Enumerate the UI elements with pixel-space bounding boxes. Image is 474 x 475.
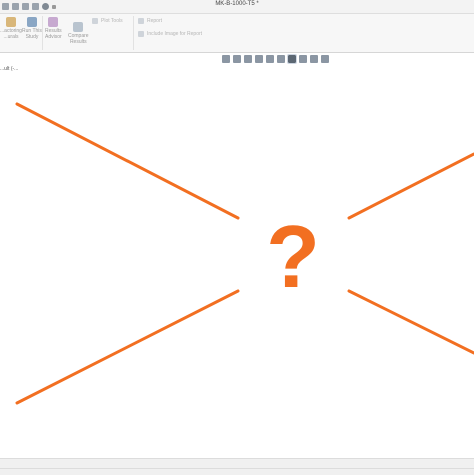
camera-icon <box>138 31 144 37</box>
results-advisor-icon <box>48 17 59 27</box>
compare-results-icon <box>73 22 84 32</box>
section-view-icon[interactable] <box>255 55 263 63</box>
report-label: Report <box>147 18 163 24</box>
include-image-button[interactable]: Include Image for Report <box>138 31 202 37</box>
results-advisor-button[interactable]: Results Advisor <box>45 17 62 40</box>
ribbon-separator <box>42 16 43 50</box>
ribbon-button-actoring[interactable]: ...actoring ...urals <box>0 17 22 40</box>
report-button[interactable]: Report <box>138 18 162 24</box>
plot-tools-icon <box>92 18 98 24</box>
status-divider <box>0 468 474 469</box>
window-title: MK-B-1000-T5 * <box>215 1 259 7</box>
ribbon: ...actoring ...urals Run This Study Resu… <box>0 14 474 53</box>
view-settings-icon[interactable] <box>321 55 329 63</box>
edit-appearance-icon[interactable] <box>299 55 307 63</box>
include-image-label: Include Image for Report <box>147 31 203 37</box>
status-bar <box>0 458 474 475</box>
zoom-area-icon[interactable] <box>233 55 241 63</box>
apply-scene-icon[interactable] <box>310 55 318 63</box>
hide-show-items-icon[interactable] <box>287 54 297 64</box>
ribbon-button-label: ...urals <box>3 34 19 40</box>
zoom-to-fit-icon[interactable] <box>222 55 230 63</box>
placeholder-line-bottom-left <box>15 289 240 405</box>
ribbon-button-label: Advisor <box>45 34 62 40</box>
compare-results-button[interactable]: Compare Results <box>68 22 89 45</box>
graphics-area[interactable]: ? <box>0 72 474 456</box>
previous-view-icon[interactable] <box>244 55 252 63</box>
ribbon-button-label: Study <box>25 34 39 40</box>
placeholder-line-top-right <box>347 152 474 220</box>
report-icon <box>138 18 144 24</box>
title-bar: MK-B-1000-T5 * <box>0 0 474 14</box>
display-style-icon[interactable] <box>277 55 285 63</box>
study-icon <box>5 17 16 27</box>
plot-tools-button[interactable]: Plot Tools <box>92 18 123 24</box>
ribbon-separator <box>133 16 134 50</box>
run-this-study-button[interactable]: Run This Study <box>22 17 42 40</box>
plot-tools-label: Plot Tools <box>101 18 123 24</box>
placeholder-line-bottom-right <box>347 289 474 355</box>
question-mark-icon: ? <box>266 207 320 306</box>
ribbon-button-label: Results <box>69 39 87 45</box>
view-orientation-icon[interactable] <box>266 55 274 63</box>
placeholder-line-top-left <box>15 102 240 220</box>
heads-up-view-toolbar <box>0 53 474 65</box>
run-study-icon <box>26 17 37 27</box>
